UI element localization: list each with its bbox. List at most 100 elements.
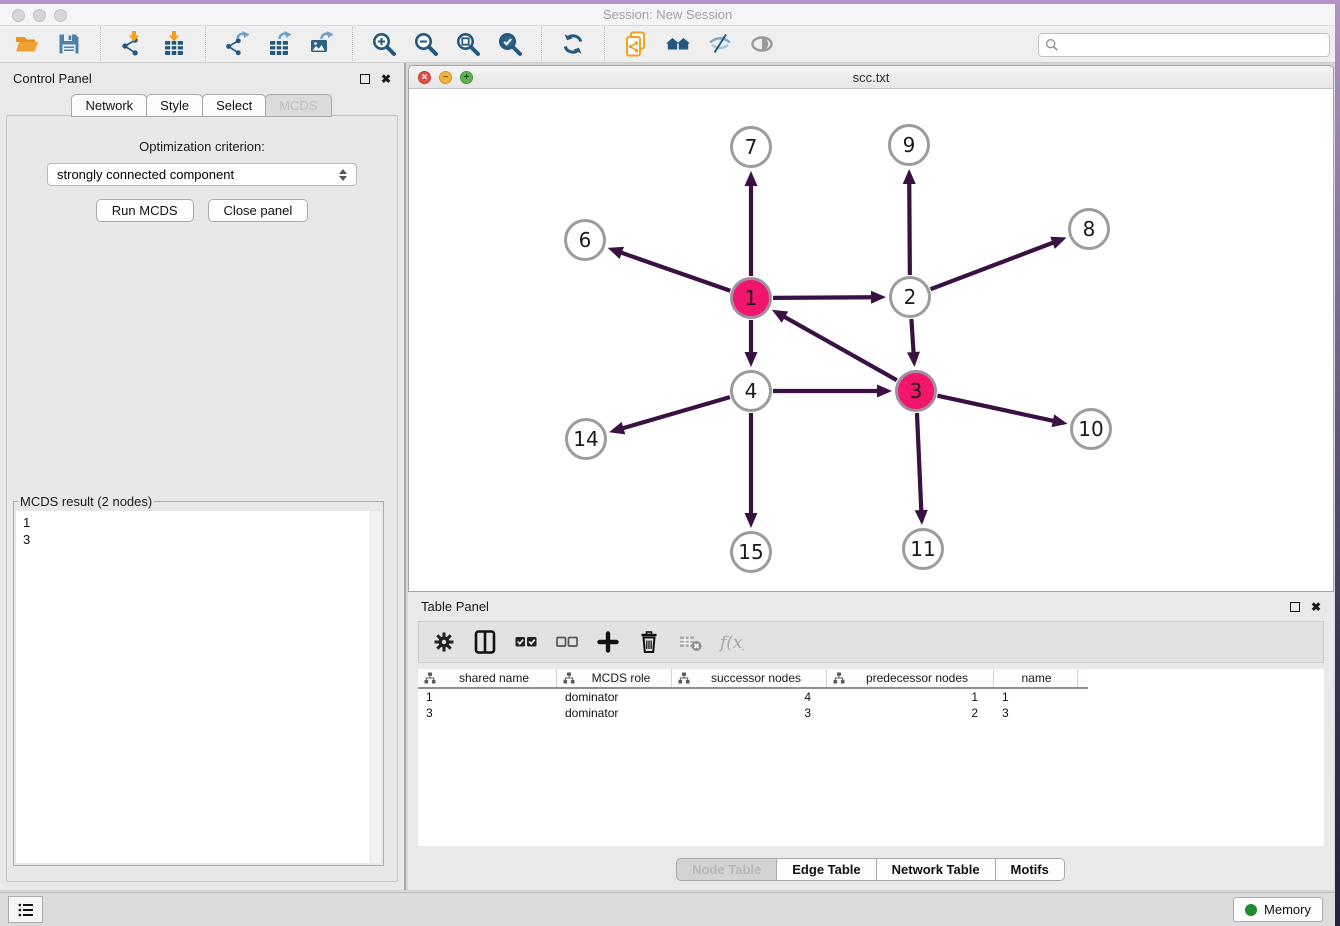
eye-button[interactable] — [748, 30, 776, 58]
column-header-name[interactable]: name — [994, 669, 1078, 687]
app-titlebar: Session: New Session — [0, 4, 1335, 26]
result-scrollbar[interactable] — [370, 511, 381, 863]
task-list-button[interactable] — [8, 896, 43, 923]
zoom-fit-button[interactable] — [454, 30, 482, 58]
toolbar-separator — [205, 27, 206, 61]
gear-button[interactable] — [431, 629, 457, 655]
close-table-panel-icon[interactable]: ✖ — [1311, 602, 1321, 612]
deselect-all-button[interactable] — [554, 629, 580, 655]
optimization-dropdown[interactable]: strongly connected component — [47, 163, 357, 186]
graph-node-6[interactable]: 6 — [564, 219, 606, 261]
graph-node-8[interactable]: 8 — [1068, 208, 1110, 250]
control-panel-title: Control Panel — [13, 71, 92, 86]
status-bar: Memory — [0, 892, 1335, 926]
table-panel-title: Table Panel — [421, 599, 489, 614]
graph-edge-3-11[interactable] — [917, 413, 921, 512]
table-row[interactable]: 3dominator323 — [418, 705, 1088, 721]
graph-edge-4-14[interactable] — [622, 397, 730, 429]
column-header-successor-nodes[interactable]: successor nodes — [672, 669, 827, 687]
graph-edge-arrowhead — [871, 291, 886, 304]
run-mcds-button[interactable]: Run MCDS — [96, 199, 194, 222]
graph-edge-2-8[interactable] — [931, 242, 1055, 289]
network-canvas[interactable]: 7 9 6 8 1 2 4 3 14 10 15 11 — [409, 89, 1333, 591]
search-box[interactable] — [1038, 33, 1330, 57]
tab-edge-table[interactable]: Edge Table — [776, 858, 876, 881]
toolbar-buttons — [6, 27, 783, 61]
table-toolbar: f(x) — [418, 621, 1324, 663]
export-table-button[interactable] — [265, 30, 293, 58]
table-cell: dominator — [557, 690, 672, 704]
list-icon — [16, 900, 36, 920]
close-panel-button[interactable]: Close panel — [208, 199, 309, 222]
column-header-shared-name[interactable]: shared name — [418, 669, 557, 687]
tab-motifs[interactable]: Motifs — [995, 858, 1065, 881]
graph-edge-3-1[interactable] — [783, 316, 897, 380]
memory-button[interactable]: Memory — [1233, 897, 1323, 922]
graph-edge-2-9[interactable] — [909, 182, 910, 275]
save-button[interactable] — [55, 30, 83, 58]
zoom-in-button[interactable] — [370, 30, 398, 58]
column-header-predecessor-nodes[interactable]: predecessor nodes — [827, 669, 994, 687]
node-table[interactable]: shared nameMCDS rolesuccessor nodesprede… — [418, 669, 1324, 846]
select-all-button[interactable] — [513, 629, 539, 655]
table-header-row: shared nameMCDS rolesuccessor nodesprede… — [418, 669, 1088, 689]
function-builder-button[interactable]: f(x) — [718, 629, 744, 655]
search-icon — [1045, 38, 1059, 52]
export-network-button[interactable] — [223, 30, 251, 58]
network-minimize-button[interactable]: − — [439, 71, 452, 84]
graph-node-1[interactable]: 1 — [730, 277, 772, 319]
open-folder-button[interactable] — [13, 30, 41, 58]
search-input[interactable] — [1059, 35, 1329, 55]
graph-node-15[interactable]: 15 — [730, 531, 772, 573]
float-panel-icon[interactable] — [360, 74, 370, 84]
tab-network[interactable]: Network — [71, 94, 147, 117]
float-table-panel-icon[interactable] — [1290, 602, 1300, 612]
refresh-button[interactable] — [559, 30, 587, 58]
desktop-edge-right — [1335, 0, 1340, 926]
eye-slash-button[interactable] — [706, 30, 734, 58]
graph-edge-1-2[interactable] — [773, 297, 873, 298]
tab-select[interactable]: Select — [202, 94, 266, 117]
graph-node-3[interactable]: 3 — [895, 370, 937, 412]
graph-node-7[interactable]: 7 — [730, 126, 772, 168]
document-network-button[interactable] — [622, 30, 650, 58]
delete-row-button[interactable] — [636, 629, 662, 655]
mcds-result-text[interactable]: 1 3 — [16, 511, 381, 863]
close-panel-icon[interactable]: ✖ — [381, 74, 391, 84]
export-image-button[interactable] — [307, 30, 335, 58]
graph-node-10[interactable]: 10 — [1070, 408, 1112, 450]
tab-node-table[interactable]: Node Table — [676, 858, 777, 881]
tab-network-table[interactable]: Network Table — [876, 858, 996, 881]
memory-status-icon — [1245, 904, 1257, 916]
control-panel: Control Panel ✖ NetworkStyleSelectMCDS O… — [0, 63, 406, 890]
graph-node-11[interactable]: 11 — [902, 528, 944, 570]
columns-button[interactable] — [472, 629, 498, 655]
mcds-panel-body: Optimization criterion: strongly connect… — [6, 115, 398, 882]
network-close-button[interactable]: × — [418, 71, 431, 84]
graph-edge-2-3[interactable] — [911, 319, 913, 354]
graph-node-4[interactable]: 4 — [730, 370, 772, 412]
import-table-button[interactable] — [160, 30, 188, 58]
table-row[interactable]: 1dominator411 — [418, 689, 1088, 705]
graph-edge-arrowhead — [1050, 237, 1066, 249]
network-maximize-button[interactable]: + — [460, 71, 473, 84]
graph-node-14[interactable]: 14 — [565, 418, 607, 460]
graph-edge-3-10[interactable] — [937, 396, 1054, 421]
import-network-button[interactable] — [118, 30, 146, 58]
graph-node-9[interactable]: 9 — [888, 124, 930, 166]
graph-edge-1-6[interactable] — [620, 252, 730, 291]
graph-edges[interactable] — [409, 89, 1333, 591]
delete-table-button[interactable] — [677, 629, 703, 655]
window-title: Session: New Session — [0, 4, 1335, 26]
zoom-selected-button[interactable] — [496, 30, 524, 58]
home-button[interactable] — [664, 30, 692, 58]
tab-mcds[interactable]: MCDS — [265, 94, 331, 117]
add-row-button[interactable] — [595, 629, 621, 655]
tab-style[interactable]: Style — [146, 94, 203, 117]
network-window-titlebar[interactable]: scc.txt × − + — [409, 66, 1333, 89]
table-cell: 1 — [994, 690, 1078, 704]
column-header-mcds-role[interactable]: MCDS role — [557, 669, 672, 687]
graph-node-2[interactable]: 2 — [889, 276, 931, 318]
graph-edge-arrowhead — [903, 169, 916, 184]
zoom-out-button[interactable] — [412, 30, 440, 58]
